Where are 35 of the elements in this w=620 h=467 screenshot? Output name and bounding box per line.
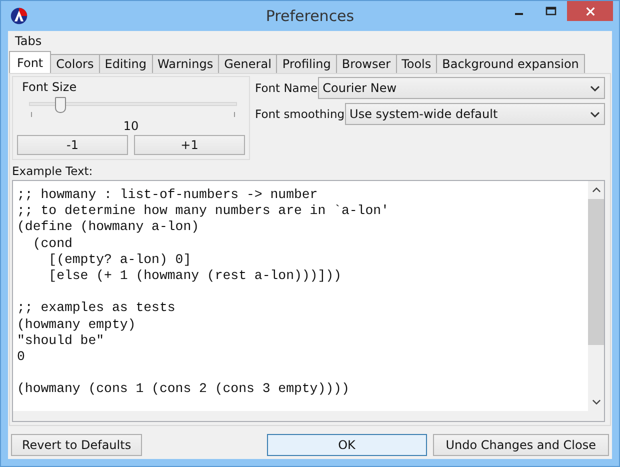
maximize-icon[interactable] bbox=[545, 5, 557, 17]
dialog-button[interactable]: Undo Changes and Close bbox=[432, 434, 609, 456]
tab[interactable]: Background expansion bbox=[436, 54, 585, 73]
dialog-button[interactable]: Revert to Defaults bbox=[11, 434, 142, 456]
tab[interactable]: Tools bbox=[396, 54, 438, 73]
close-button[interactable] bbox=[567, 1, 613, 21]
font-size-value: 10 bbox=[123, 119, 139, 133]
tab[interactable]: General bbox=[218, 54, 278, 73]
section-label: Example Text: bbox=[12, 164, 94, 178]
scroll-up-icon[interactable] bbox=[592, 187, 600, 193]
chevron-icon bbox=[590, 110, 600, 118]
dropdown[interactable]: Use system-wide default bbox=[344, 103, 605, 125]
field-label: Font Name bbox=[255, 81, 318, 95]
dropdown[interactable]: Courier New bbox=[318, 77, 605, 99]
chevron-icon bbox=[590, 84, 600, 92]
app-logo-icon bbox=[10, 7, 28, 25]
scroll-down-icon[interactable] bbox=[592, 399, 600, 405]
tab[interactable]: Browser bbox=[336, 54, 397, 73]
tab[interactable]: Font bbox=[9, 51, 52, 73]
field-label: Font smoothing bbox=[255, 107, 345, 121]
tab[interactable]: Colors bbox=[50, 54, 100, 73]
vertical-scrollbar[interactable] bbox=[588, 181, 604, 411]
horizontal-scrollbar[interactable] bbox=[13, 411, 604, 421]
code-text: ;; howmany : list-of-numbers -> number ;; to determine how many numbers are in `a-lon' (define (howmany a-lon) (cond [(empty? a-lon) 0] [else (+ 1 (howmany (rest a-lon)))])) ;; examples as tests (howmany empty) "should be" 0 (howmany (cons 1 (cons 2 (cons 3 empty)))) bbox=[16, 186, 390, 398]
tab[interactable]: Warnings bbox=[152, 54, 220, 73]
step-button[interactable]: +1 bbox=[134, 135, 245, 155]
tab[interactable]: Profiling bbox=[276, 54, 337, 73]
window-title: Preferences bbox=[266, 7, 354, 25]
group-title: Font Size bbox=[22, 80, 77, 94]
step-button[interactable]: -1 bbox=[17, 135, 128, 155]
close-icon bbox=[584, 6, 596, 16]
menu-item[interactable]: Tabs bbox=[15, 34, 42, 48]
tab[interactable]: Editing bbox=[98, 54, 153, 73]
slider-thumb[interactable] bbox=[54, 97, 66, 113]
dialog-button[interactable]: OK bbox=[266, 434, 427, 456]
